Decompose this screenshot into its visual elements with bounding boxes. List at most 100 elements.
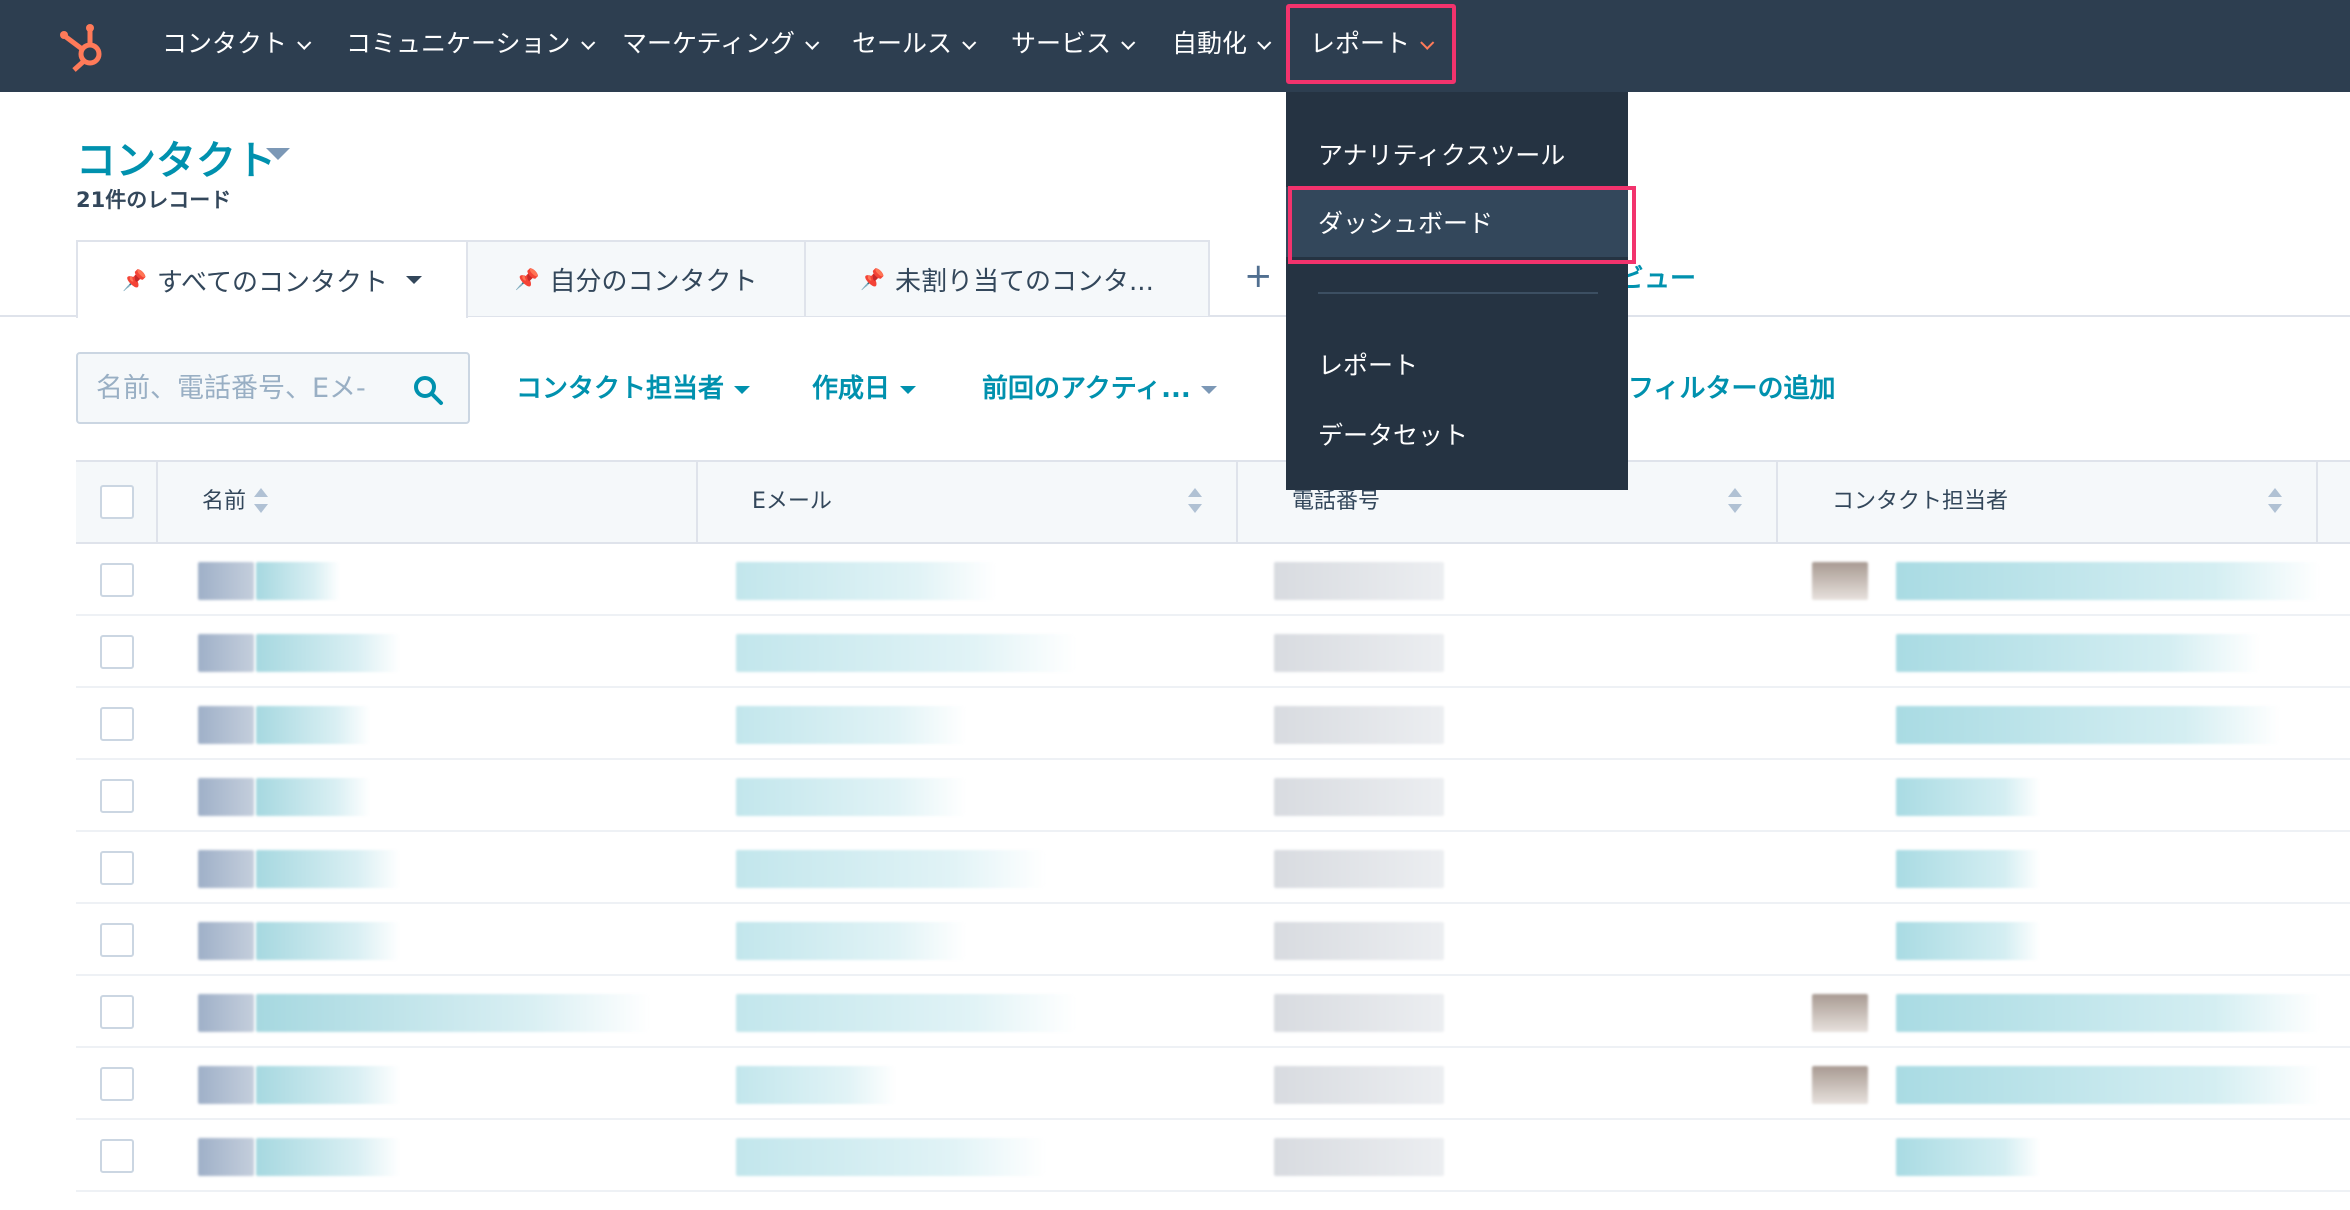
nav-item-service[interactable]: サービス (1011, 0, 1136, 92)
search-icon[interactable] (412, 374, 444, 406)
top-nav: コンタクト コミュニケーション マーケティング セールス サービス 自動化 レポ… (0, 0, 2350, 92)
reports-dropdown-menu: アナリティクスツール ダッシュボード レポート データセット (1286, 92, 1628, 490)
sort-icon[interactable] (254, 488, 268, 516)
sort-icon[interactable] (1728, 488, 1742, 516)
nav-item-reports[interactable]: レポート (1310, 0, 1435, 92)
column-header-email[interactable]: Eメール (698, 462, 1238, 542)
column-header-name[interactable]: 名前 (158, 462, 698, 542)
hubspot-logo-icon[interactable] (56, 18, 112, 74)
redacted-owner (1896, 850, 2040, 888)
redacted-owner (1896, 1066, 2320, 1104)
row-checkbox[interactable] (100, 563, 134, 597)
column-header-owner[interactable]: コンタクト担当者 (1778, 462, 2318, 542)
view-link[interactable]: ビュー (1618, 258, 1696, 295)
nav-item-contacts[interactable]: コンタクト (162, 0, 312, 92)
table-row[interactable] (76, 832, 2350, 904)
redacted-owner (1896, 562, 2320, 600)
nav-item-conversations[interactable]: コミュニケーション (346, 0, 595, 92)
chevron-down-icon (1420, 35, 1435, 50)
redacted-phone (1274, 634, 1444, 672)
redacted-name (256, 778, 370, 816)
search-input[interactable] (96, 368, 396, 408)
redacted-owner (1896, 922, 2040, 960)
filter-contact-owner[interactable]: コンタクト担当者 (516, 368, 751, 405)
redacted-phone (1274, 922, 1444, 960)
record-count: 21件のレコード (76, 188, 232, 212)
select-all-checkbox[interactable] (100, 485, 134, 519)
nav-item-automation[interactable]: 自動化 (1172, 0, 1272, 92)
row-checkbox[interactable] (100, 923, 134, 957)
nav-item-marketing[interactable]: マーケティング (622, 0, 820, 92)
nav-label: セールス (852, 29, 953, 58)
redacted-owner (1896, 634, 2260, 672)
row-checkbox[interactable] (100, 707, 134, 741)
nav-label: レポート (1310, 29, 1411, 58)
table-row[interactable] (76, 544, 2350, 616)
row-checkbox[interactable] (100, 1139, 134, 1173)
sort-icon[interactable] (1188, 488, 1202, 516)
redacted-email (736, 778, 966, 816)
redacted-email (736, 922, 966, 960)
redacted-owner (1896, 778, 2040, 816)
table-row[interactable] (76, 760, 2350, 832)
column-label: コンタクト担当者 (1832, 489, 2009, 514)
redacted-name (256, 1138, 400, 1176)
row-checkbox[interactable] (100, 995, 134, 1029)
add-filter-link[interactable]: フィルターの追加 (1628, 368, 1835, 405)
tab-unassigned-contacts[interactable]: 📌 未割り当てのコンタ... (804, 240, 1210, 316)
sort-icon[interactable] (2268, 488, 2282, 516)
menu-item-dashboards[interactable]: ダッシュボード (1318, 204, 1493, 240)
table-row[interactable] (76, 616, 2350, 688)
redacted-avatar (198, 706, 254, 744)
table-row[interactable] (76, 976, 2350, 1048)
redacted-avatar (198, 562, 254, 600)
tab-label: 未割り当てのコンタ... (895, 266, 1154, 297)
menu-item-datasets[interactable]: データセット (1318, 416, 1468, 452)
column-label: 名前 (202, 489, 247, 514)
nav-label: 自動化 (1172, 29, 1248, 58)
select-all-cell (76, 462, 158, 542)
row-checkbox[interactable] (100, 635, 134, 669)
table-row[interactable] (76, 688, 2350, 760)
redacted-owner (1896, 994, 2320, 1032)
table-row[interactable] (76, 1048, 2350, 1120)
redacted-email (736, 1138, 1046, 1176)
redacted-owner (1896, 706, 2280, 744)
tab-all-contacts[interactable]: 📌 すべてのコンタクト (76, 240, 468, 318)
table-row[interactable] (76, 1120, 2350, 1192)
row-checkbox[interactable] (100, 851, 134, 885)
redacted-avatar (198, 850, 254, 888)
caret-down-icon (406, 276, 423, 284)
menu-item-reports[interactable]: レポート (1318, 346, 1418, 382)
redacted-name (256, 706, 370, 744)
filter-label: 前回のアクティ... (982, 374, 1191, 404)
page-title[interactable]: コンタクト (76, 128, 276, 186)
redacted-email (736, 850, 1046, 888)
add-view-icon[interactable]: + (1244, 256, 1273, 296)
table-row[interactable] (76, 904, 2350, 976)
row-checkbox[interactable] (100, 779, 134, 813)
search-box (76, 352, 470, 424)
caret-down-icon[interactable] (266, 148, 290, 160)
redacted-name (256, 562, 340, 600)
nav-item-sales[interactable]: セールス (852, 0, 977, 92)
tab-label: すべてのコンタクト (156, 267, 389, 298)
row-checkbox[interactable] (100, 1067, 134, 1101)
redacted-avatar (198, 1066, 254, 1104)
chevron-down-icon (580, 35, 595, 50)
table-header: 名前 Eメール 電話番号 コンタクト担当者 (76, 460, 2350, 544)
redacted-owner-avatar (1812, 562, 1868, 600)
redacted-owner (1896, 1138, 2040, 1176)
chevron-down-icon (805, 35, 820, 50)
filter-last-activity[interactable]: 前回のアクティ... (982, 368, 1217, 405)
nav-label: コンタクト (162, 29, 288, 58)
chevron-down-icon (962, 35, 977, 50)
menu-item-analytics-tools[interactable]: アナリティクスツール (1318, 136, 1565, 172)
redacted-avatar (198, 1138, 254, 1176)
filter-create-date[interactable]: 作成日 (812, 368, 917, 405)
redacted-email (736, 634, 1076, 672)
tab-label: 自分のコンタクト (549, 266, 758, 297)
chevron-down-icon (297, 35, 312, 50)
nav-label: コミュニケーション (346, 29, 571, 58)
tab-my-contacts[interactable]: 📌 自分のコンタクト (466, 240, 806, 316)
